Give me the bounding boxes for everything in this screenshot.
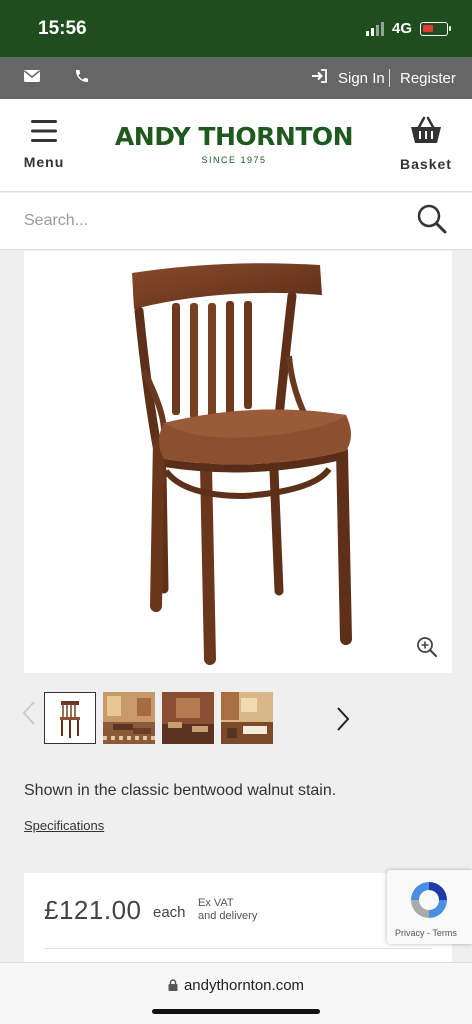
card-divider: [44, 948, 432, 949]
specifications-link[interactable]: Specifications: [24, 818, 104, 833]
logo-title: ANDY THORNTON: [114, 122, 354, 151]
zoom-icon[interactable]: [416, 636, 438, 663]
lock-icon: [168, 977, 184, 994]
register-link[interactable]: Register: [400, 70, 456, 87]
basket-icon: [409, 116, 443, 149]
recaptcha-separator: -: [427, 928, 431, 938]
basket-label: Basket: [400, 156, 452, 172]
search-icon[interactable]: [416, 203, 448, 240]
network-type: 4G: [391, 20, 412, 37]
restaurant-interior-image: [162, 692, 214, 744]
restaurant-interior-image: [221, 692, 273, 744]
chair-image: [132, 263, 352, 665]
browser-address-bar: andythornton.com: [0, 962, 472, 1024]
price-unit: each: [153, 904, 186, 921]
status-bar: 15:56 4G: [0, 0, 472, 57]
home-indicator: [152, 1009, 320, 1014]
thumbnail-prev-icon[interactable]: [22, 700, 36, 731]
search-input[interactable]: [24, 207, 384, 235]
recaptcha-privacy-link[interactable]: Privacy: [395, 928, 425, 938]
account-divider: [389, 69, 390, 87]
thumbnail-chair[interactable]: [44, 692, 96, 744]
menu-label: Menu: [23, 154, 65, 170]
url-field[interactable]: andythornton.com: [0, 977, 472, 994]
vat-line-1: Ex VAT: [198, 897, 234, 909]
recaptcha-badge[interactable]: Privacy - Terms: [387, 870, 472, 944]
menu-button[interactable]: Menu: [22, 119, 66, 170]
phone-icon[interactable]: [74, 68, 90, 89]
mail-icon[interactable]: [24, 69, 40, 87]
vat-line-2: and delivery: [198, 910, 258, 922]
sign-in-link[interactable]: Sign In: [312, 69, 385, 87]
recaptcha-terms-link[interactable]: Terms: [432, 928, 457, 938]
status-time: 15:56: [38, 18, 87, 39]
product-image[interactable]: [24, 251, 452, 673]
status-indicators: 4G: [365, 20, 451, 37]
logo[interactable]: ANDY THORNTON SINCE 1975: [106, 122, 362, 165]
sign-in-label: Sign In: [338, 69, 385, 87]
account-bar: Sign In Register: [0, 57, 472, 99]
price: £121.00: [44, 895, 142, 925]
sign-in-icon: [312, 69, 328, 87]
hamburger-icon: [30, 120, 58, 147]
search-bar: [0, 193, 472, 250]
price-vat-note: Ex VAT and delivery: [198, 897, 257, 923]
chair-thumbnail-image: [60, 701, 80, 738]
product-caption: Shown in the classic bentwood walnut sta…: [24, 782, 337, 799]
recaptcha-links: Privacy - Terms: [395, 928, 457, 938]
signal-icon: [365, 21, 384, 36]
basket-button[interactable]: Basket: [400, 115, 452, 172]
thumbnail-next-icon[interactable]: [336, 706, 350, 737]
site-header: Menu ANDY THORNTON SINCE 1975 Basket: [0, 99, 472, 192]
thumbnail-interior-3[interactable]: [221, 692, 273, 744]
thumbnail-interior-2[interactable]: [162, 692, 214, 744]
thumbnail-interior-1[interactable]: [103, 692, 155, 744]
recaptcha-icon: [407, 878, 451, 927]
restaurant-interior-image: [103, 692, 155, 744]
logo-subtitle: SINCE 1975: [201, 155, 267, 165]
battery-icon: [420, 21, 451, 36]
url-text: andythornton.com: [183, 977, 305, 994]
